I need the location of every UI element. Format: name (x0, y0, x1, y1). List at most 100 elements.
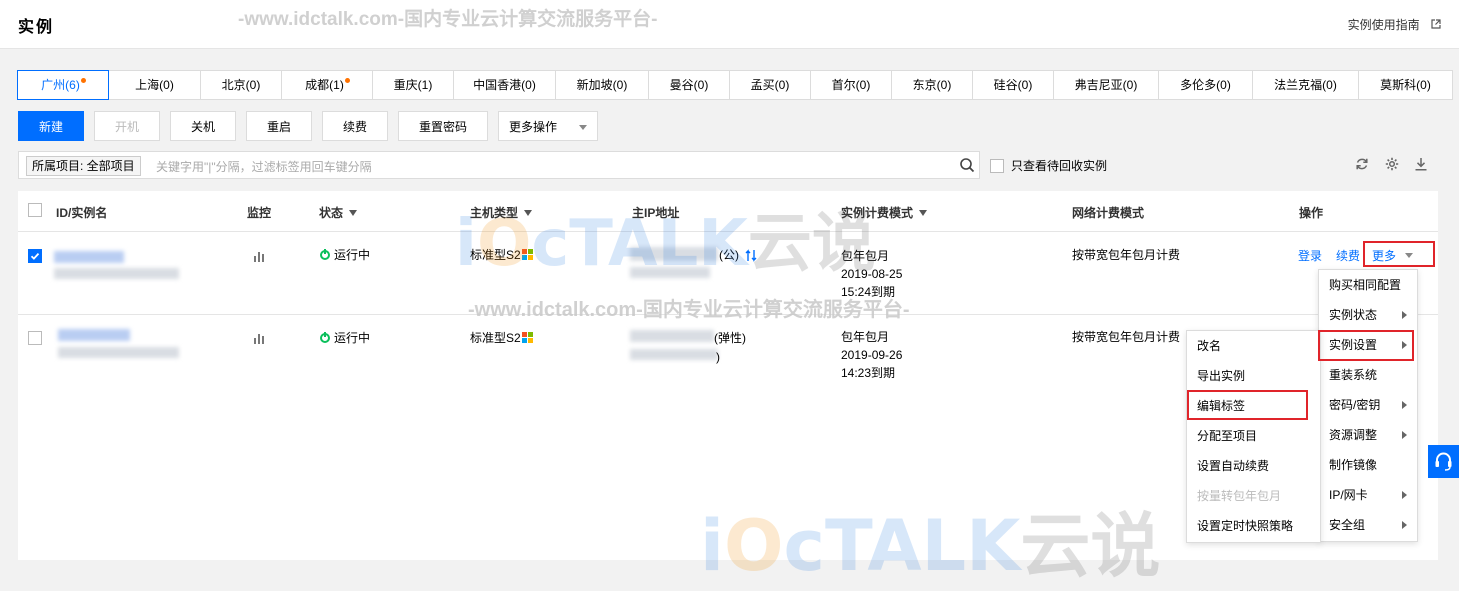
col-network: 网络计费模式 (1072, 206, 1145, 220)
more-menu: 购买相同配置 实例状态 实例设置 重装系统 密码/密钥 资源调整 制作镜像 IP… (1318, 269, 1418, 542)
region-tabs: 广州(6) 上海(0) 北京(0) 成都(1) 重庆(1) 中国香港(0) 新加… (17, 70, 1453, 100)
redacted-instance-name (54, 268, 179, 279)
headset-icon[interactable] (1428, 445, 1459, 478)
chevron-right-icon (1402, 491, 1407, 499)
tab-region-frankfurt[interactable]: 法兰克福(0) (1252, 70, 1359, 100)
notification-dot-icon (344, 78, 350, 83)
tab-region-siliconvalley[interactable]: 硅谷(0) (972, 70, 1054, 100)
tab-region-seoul[interactable]: 首尔(0) (810, 70, 892, 100)
chevron-right-icon (1402, 401, 1407, 409)
menu-item-create-image[interactable]: 制作镜像 (1319, 450, 1417, 480)
col-monitor: 监控 (247, 206, 272, 220)
start-button[interactable]: 开机 (94, 111, 160, 141)
recycle-only-checkbox[interactable] (990, 158, 1004, 173)
status-badge: 运行中 (320, 329, 370, 347)
bar-chart-icon[interactable] (253, 331, 267, 345)
project-filter-tag[interactable]: 所属项目: 全部项目 (26, 156, 141, 176)
region-label: 北京(0) (221, 78, 261, 92)
redacted-ip-private (630, 349, 718, 360)
download-icon[interactable] (1414, 157, 1428, 171)
renew-button[interactable]: 续费 (322, 111, 388, 141)
recycle-only-toggle[interactable]: 只查看待回收实例 (990, 157, 1107, 174)
chevron-right-icon (1402, 431, 1407, 439)
menu-item-security-group[interactable]: 安全组 (1319, 510, 1417, 540)
renew-link[interactable]: 续费 (1336, 247, 1360, 265)
notification-dot-icon (80, 78, 86, 83)
billing-mode: 包年包月 2019-09-26 14:23到期 (841, 328, 902, 382)
menu-item-password-key[interactable]: 密码/密钥 (1319, 390, 1417, 420)
recycle-only-label: 只查看待回收实例 (1011, 159, 1108, 173)
tab-region-toronto[interactable]: 多伦多(0) (1158, 70, 1253, 100)
tab-region-hongkong[interactable]: 中国香港(0) (453, 70, 556, 100)
tab-region-beijing[interactable]: 北京(0) (200, 70, 282, 100)
tab-region-moscow[interactable]: 莫斯科(0) (1358, 70, 1453, 100)
redacted-instance-id[interactable] (54, 251, 124, 263)
menu-item-instance-state[interactable]: 实例状态 (1319, 300, 1417, 330)
menu-item-auto-renew[interactable]: 设置自动续费 (1187, 451, 1320, 481)
region-label: 首尔(0) (831, 78, 871, 92)
menu-item-buy-same[interactable]: 购买相同配置 (1319, 270, 1417, 300)
tab-region-chengdu[interactable]: 成都(1) (281, 70, 373, 100)
col-id: ID/实例名 (56, 206, 108, 220)
new-instance-button[interactable]: 新建 (18, 111, 84, 141)
highlight-box-more (1363, 241, 1435, 267)
redacted-instance-id[interactable] (58, 329, 130, 341)
select-all-checkbox[interactable] (28, 203, 42, 217)
restart-button[interactable]: 重启 (246, 111, 312, 141)
page-title: 实例 (18, 19, 55, 36)
region-label: 多伦多(0) (1180, 78, 1231, 92)
menu-item-ip-nic[interactable]: IP/网卡 (1319, 480, 1417, 510)
row-checkbox[interactable] (28, 331, 42, 345)
network-billing: 按带宽包年包月计费 (1072, 248, 1181, 262)
login-link[interactable]: 登录 (1298, 247, 1322, 265)
tab-region-virginia[interactable]: 弗吉尼亚(0) (1053, 70, 1159, 100)
col-status[interactable]: 状态 (319, 204, 358, 221)
power-icon (320, 249, 330, 260)
tab-region-guangzhou[interactable]: 广州(6) (17, 70, 109, 100)
menu-item-rename[interactable]: 改名 (1187, 331, 1320, 361)
watermark-logo: iOcTALK云说 (455, 207, 876, 281)
highlight-box-instance-settings (1318, 330, 1414, 361)
bar-chart-icon[interactable] (253, 249, 267, 263)
tab-region-tokyo[interactable]: 东京(0) (891, 70, 973, 100)
tab-region-mumbai[interactable]: 孟买(0) (729, 70, 811, 100)
instance-type: 标准型S2 (470, 329, 533, 347)
tab-region-singapore[interactable]: 新加坡(0) (555, 70, 649, 100)
support-button[interactable] (1428, 445, 1459, 478)
gear-icon[interactable] (1385, 157, 1399, 171)
more-actions-label: 更多操作 (509, 120, 558, 134)
tab-region-chongqing[interactable]: 重庆(1) (372, 70, 454, 100)
redacted-ip (630, 330, 714, 342)
refresh-icon[interactable] (1355, 157, 1369, 171)
external-link-icon[interactable] (1431, 19, 1441, 32)
shutdown-button[interactable]: 关机 (170, 111, 236, 141)
menu-item-reinstall[interactable]: 重装系统 (1319, 360, 1417, 390)
menu-item-assign-project[interactable]: 分配至项目 (1187, 421, 1320, 451)
search-placeholder: 关键字用"|"分隔，过滤标签用回车键分隔 (156, 160, 372, 174)
tab-region-bangkok[interactable]: 曼谷(0) (648, 70, 730, 100)
filter-icon[interactable] (919, 210, 928, 216)
action-toolbar: 新建 开机 关机 重启 续费 重置密码 更多操作 (18, 111, 608, 141)
col-ops: 操作 (1299, 206, 1324, 220)
status-badge: 运行中 (320, 246, 370, 264)
menu-item-snapshot-policy[interactable]: 设置定时快照策略 (1187, 511, 1320, 541)
tab-region-shanghai[interactable]: 上海(0) (108, 70, 201, 100)
region-label: 中国香港(0) (473, 78, 536, 92)
reset-password-button[interactable]: 重置密码 (398, 111, 488, 141)
region-label: 广州(6) (41, 78, 80, 92)
region-label: 孟买(0) (750, 78, 790, 92)
region-label: 硅谷(0) (993, 78, 1033, 92)
search-icon[interactable] (959, 157, 975, 173)
menu-item-export[interactable]: 导出实例 (1187, 361, 1320, 391)
search-input[interactable]: 所属项目: 全部项目 关键字用"|"分隔，过滤标签用回车键分隔 (18, 151, 980, 179)
power-icon (320, 332, 330, 343)
settings-submenu: 改名 导出实例 编辑标签 分配至项目 设置自动续费 按量转包年包月 设置定时快照… (1186, 330, 1321, 543)
more-actions-dropdown[interactable]: 更多操作 (498, 111, 598, 141)
chevron-down-icon (579, 125, 587, 130)
filter-icon[interactable] (349, 210, 358, 216)
guide-link-label[interactable]: 实例使用指南 (1348, 18, 1420, 32)
menu-item-resize[interactable]: 资源调整 (1319, 420, 1417, 450)
watermark-logo: iOcTALK云说 (700, 505, 1161, 587)
row-checkbox[interactable] (28, 249, 42, 263)
guide-link[interactable]: 实例使用指南 (1348, 16, 1441, 33)
